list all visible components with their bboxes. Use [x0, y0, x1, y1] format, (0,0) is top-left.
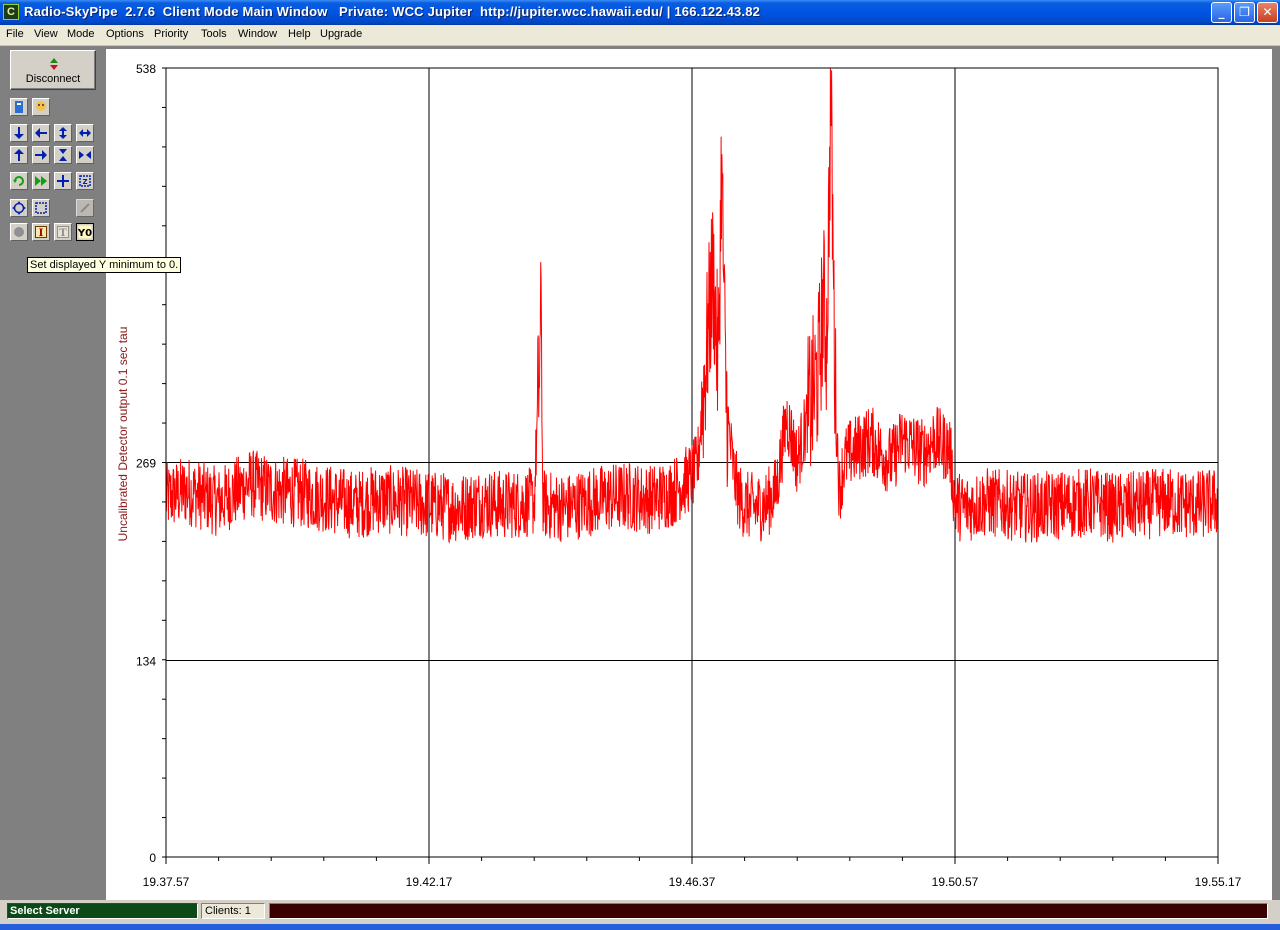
y-axis-label: Uncalibrated Detector output 0.1 sec tau — [116, 327, 130, 542]
menu-help[interactable]: Help — [288, 28, 311, 40]
title-bar: C Radio-SkyPipe 2.7.6 Client Mode Main W… — [0, 0, 1280, 25]
record-icon — [14, 227, 24, 237]
chart-svg[interactable]: 538 269 134 0 19.37.57 19.42.17 19.46.37 19.50… — [106, 49, 1272, 900]
zoom-all-icon — [12, 201, 26, 215]
x-axis-ticks: 19.37.57 19.42.17 19.46.37 19.50.57 19.55.17 — [143, 857, 1242, 889]
arrow-down-icon — [14, 127, 24, 139]
expand-horizontal-icon — [79, 129, 91, 137]
info-icon: I — [35, 226, 47, 239]
disconnect-button[interactable]: Disconnect — [10, 50, 96, 90]
y-tick-label: 134 — [136, 654, 156, 668]
select-region-button[interactable] — [32, 199, 50, 217]
close-button[interactable]: ✕ — [1257, 2, 1278, 23]
disconnect-label: Disconnect — [25, 73, 81, 85]
menu-tools[interactable]: Tools — [201, 28, 227, 40]
menu-mode[interactable]: Mode — [67, 28, 95, 40]
menu-window[interactable]: Window — [238, 28, 277, 40]
arrow-left-icon — [35, 128, 47, 138]
compress-horizontal-button[interactable] — [76, 146, 94, 164]
menu-options[interactable]: Options — [106, 28, 144, 40]
scroll-right-button[interactable] — [32, 146, 50, 164]
disconnect-arrows-icon — [50, 58, 58, 70]
svg-text:I: I — [39, 228, 44, 239]
scroll-left-button[interactable] — [32, 124, 50, 142]
taskbar-edge — [0, 924, 1280, 930]
fast-forward-icon — [35, 176, 47, 186]
window-title: Radio-SkyPipe 2.7.6 Client Mode Main Win… — [24, 4, 761, 19]
user-icon — [36, 101, 46, 111]
x-tick-label: 19.37.57 — [143, 875, 190, 889]
chart-area[interactable]: 538 269 134 0 19.37.57 19.42.17 19.46.37 19.50… — [106, 49, 1272, 900]
tool-panel: Disconnect Z I T Y0 — [0, 46, 104, 900]
menu-upgrade[interactable]: Upgrade — [320, 28, 362, 40]
y-min-zero-button[interactable]: Y0 — [76, 223, 94, 241]
refresh-button[interactable] — [10, 172, 28, 190]
pencil-icon — [80, 203, 90, 213]
zoom-box-icon: Z — [79, 175, 91, 187]
x-tick-label: 19.42.17 — [406, 875, 453, 889]
y-tick-label: 269 — [136, 457, 156, 471]
svg-text:T: T — [59, 228, 67, 239]
expand-vertical-button[interactable] — [54, 124, 72, 142]
crosshair-icon — [57, 175, 69, 187]
y-zero-icon: Y0 — [78, 225, 92, 239]
y-tick-label: 538 — [136, 62, 156, 76]
expand-vertical-icon — [59, 127, 67, 139]
x-tick-label: 19.50.57 — [932, 875, 979, 889]
scroll-down-button[interactable] — [10, 124, 28, 142]
document-icon — [15, 101, 23, 113]
menu-bar: File View Mode Options Priority Tools Wi… — [0, 25, 1280, 46]
select-region-icon — [35, 202, 47, 214]
clients-count: Clients: 1 — [201, 903, 265, 919]
svg-text:Y0: Y0 — [78, 228, 92, 239]
signal-meter — [269, 903, 1268, 919]
open-data-button[interactable] — [10, 98, 28, 116]
zoom-box-button[interactable]: Z — [76, 172, 94, 190]
zoom-all-button[interactable] — [10, 199, 28, 217]
record-button[interactable] — [10, 223, 28, 241]
y-tick-label: 0 — [149, 851, 156, 865]
compress-horizontal-icon — [79, 151, 91, 159]
fast-forward-button[interactable] — [32, 172, 50, 190]
x-tick-label: 19.55.17 — [1195, 875, 1242, 889]
compress-vertical-icon — [59, 149, 67, 161]
arrow-up-icon — [14, 149, 24, 161]
menu-file[interactable]: File — [6, 28, 24, 40]
edit-disabled-button[interactable] — [76, 199, 94, 217]
text-icon: T — [57, 226, 69, 239]
refresh-icon — [13, 176, 24, 186]
compress-vertical-button[interactable] — [54, 146, 72, 164]
y-axis-ticks: 538 269 134 0 — [136, 62, 166, 865]
user-button[interactable] — [32, 98, 50, 116]
select-server-status[interactable]: Select Server — [7, 903, 198, 919]
scroll-up-button[interactable] — [10, 146, 28, 164]
info-button[interactable]: I — [32, 223, 50, 241]
expand-horizontal-button[interactable] — [76, 124, 94, 142]
menu-view[interactable]: View — [34, 28, 58, 40]
maximize-button[interactable]: ❐ — [1234, 2, 1255, 23]
minimize-button[interactable]: _ — [1211, 2, 1232, 23]
menu-priority[interactable]: Priority — [154, 28, 188, 40]
tooltip: Set displayed Y minimum to 0. — [27, 257, 182, 273]
text-button[interactable]: T — [54, 223, 72, 241]
arrow-right-icon — [35, 150, 47, 160]
x-tick-label: 19.46.37 — [669, 875, 716, 889]
crosshair-button[interactable] — [54, 172, 72, 190]
app-icon: C — [3, 4, 19, 20]
svg-text:Z: Z — [82, 178, 87, 186]
